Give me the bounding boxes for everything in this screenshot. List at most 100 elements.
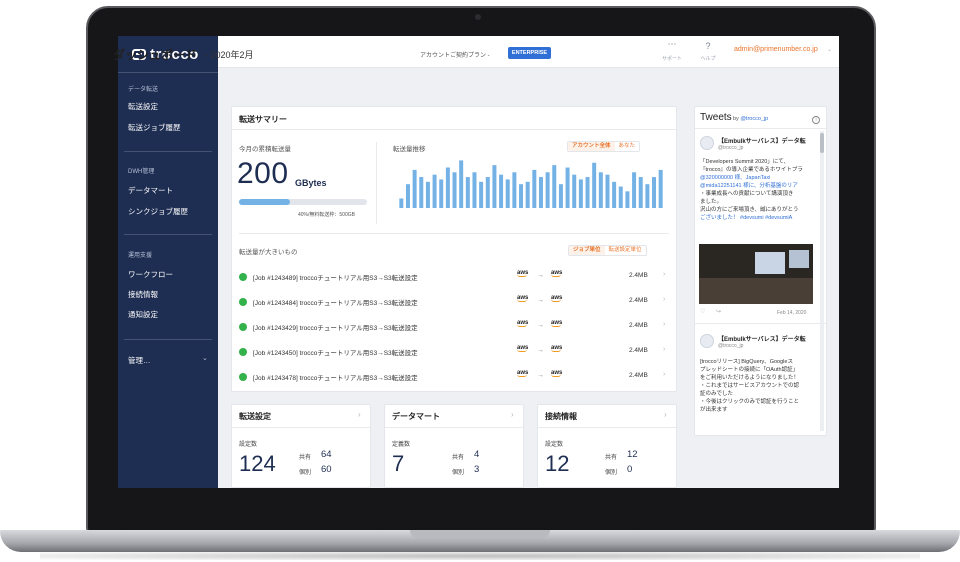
status-success-icon — [239, 298, 247, 306]
table-row[interactable]: [Job #1243450] troccoチュートリアル用S3→S3転送設定 aw… — [239, 345, 671, 361]
sidebar-item-datamart[interactable]: データマート — [128, 185, 173, 196]
chevron-right-icon[interactable]: › — [663, 321, 665, 328]
chevron-right-icon[interactable]: › — [358, 410, 361, 419]
stat-card-title[interactable]: データマート — [392, 411, 440, 422]
summary-title: 転送サマリー — [239, 115, 287, 124]
tweet-line: ・これまではサービスアカウントでの認 — [700, 383, 800, 389]
tweets-title: Tweets — [700, 112, 732, 123]
stat-private-value: 3 — [474, 464, 480, 475]
tab-job-unit[interactable]: ジョブ単位 — [569, 246, 605, 255]
tweets-scrollbar[interactable] — [820, 131, 824, 431]
quota-text: 40%/無料転送枠：500GB — [298, 212, 355, 218]
chart-bar — [452, 172, 457, 208]
chevron-right-icon[interactable]: › — [664, 410, 667, 419]
plan-label: アカウントご契約プラン - — [420, 53, 490, 59]
chart-bar — [445, 167, 450, 208]
chart-bar — [592, 162, 597, 208]
chart-bar — [405, 184, 410, 208]
status-success-icon — [239, 373, 247, 381]
plan-badge: ENTERPRISE — [508, 47, 551, 59]
chart-bar — [485, 177, 490, 208]
chart-bar — [552, 165, 557, 208]
status-success-icon — [239, 323, 247, 331]
page-title: ダッシュボード — [113, 48, 198, 62]
sidebar-item-transfer-history[interactable]: 転送ジョブ履歴 — [128, 122, 181, 133]
job-size: 2.4MB — [629, 272, 648, 279]
sidebar-item-connections[interactable]: 接続情報 — [128, 289, 158, 300]
chart-bar — [545, 172, 550, 208]
stat-card-title[interactable]: 転送設定 — [239, 411, 271, 422]
tweet-line: ・事業成長への貢献について講演頂き — [700, 191, 794, 197]
stat-count: 124 — [239, 451, 276, 476]
tab-account-all[interactable]: アカウント全体 — [568, 142, 615, 151]
help-label[interactable]: ヘルプ — [693, 55, 723, 62]
quota-progress-fill — [239, 199, 291, 205]
chart-bar — [499, 174, 504, 208]
chart-bar — [425, 181, 430, 208]
user-menu[interactable]: admin@primenumber.co.jp — [734, 46, 818, 53]
tweet-image[interactable] — [699, 244, 813, 304]
help-icon[interactable]: ? — [696, 41, 720, 51]
tab-setting-unit[interactable]: 転送設定単位 — [604, 246, 646, 255]
total-value: 200 — [237, 157, 289, 190]
divider — [376, 142, 377, 224]
total-unit: GBytes — [295, 178, 327, 188]
table-row[interactable]: [Job #1243484] troccoチュートリアル用S3→S3転送設定 aw… — [239, 295, 671, 311]
sidebar-item-workflow[interactable]: ワークフロー — [128, 269, 173, 280]
tweet-avatar[interactable] — [700, 136, 714, 150]
share-icon[interactable]: ↪ — [716, 308, 721, 315]
chart-bar — [459, 160, 464, 208]
stat-shared-value: 12 — [627, 449, 638, 460]
chevron-right-icon[interactable]: › — [663, 296, 665, 303]
more-icon[interactable]: ⋯ — [660, 39, 684, 50]
tweet-line: が出来ます — [700, 407, 728, 413]
divider — [124, 234, 212, 235]
info-icon[interactable]: i — [812, 116, 820, 124]
job-name[interactable]: [Job #1243429] troccoチュートリアル用S3→S3転送設定 — [253, 322, 418, 332]
stat-card-title[interactable]: 接続情報 — [545, 411, 577, 422]
chevron-down-icon[interactable]: ⌄ — [202, 354, 208, 362]
chart-bar — [519, 184, 524, 208]
tweet-handle[interactable]: @trocco_jp — [718, 145, 743, 151]
laptop-frame: trocco データ転送 転送設定 転送ジョブ履歴 DWH管理 データマート シ… — [0, 0, 960, 562]
divider — [232, 427, 370, 428]
job-name[interactable]: [Job #1243484] troccoチュートリアル用S3→S3転送設定 — [253, 297, 418, 307]
tweet-author[interactable]: 【Embulkサーバレス】データ転 — [718, 334, 818, 343]
heart-icon[interactable]: ♡ — [700, 308, 705, 315]
tweets-by-label: by — [733, 116, 739, 122]
total-label: 今月の累積転送量 — [239, 146, 291, 153]
table-row[interactable]: [Job #1243478] troccoチュートリアル用S3→S3転送設定 aw… — [239, 370, 671, 386]
scrollbar-thumb[interactable] — [820, 133, 824, 153]
chart-bar — [399, 198, 404, 208]
tweet-avatar[interactable] — [700, 334, 714, 348]
chevron-right-icon[interactable]: › — [663, 371, 665, 378]
chart-bar — [638, 177, 643, 208]
sidebar-item-transfer-settings[interactable]: 転送設定 — [128, 101, 158, 112]
tweet-author[interactable]: 【Embulkサーバレス】データ転 — [718, 136, 818, 145]
tweet-line: ました。 — [700, 199, 723, 205]
job-name[interactable]: [Job #1243450] troccoチュートリアル用S3→S3転送設定 — [253, 347, 418, 357]
chart-bar — [432, 174, 437, 208]
sidebar-item-sync-history[interactable]: シンクジョブ履歴 — [128, 206, 188, 217]
job-name[interactable]: [Job #1243478] troccoチュートリアル用S3→S3転送設定 — [253, 372, 418, 382]
support-label[interactable]: サポート — [657, 55, 687, 62]
chevron-down-icon[interactable]: ⌄ — [827, 46, 832, 53]
table-row[interactable]: [Job #1243429] troccoチュートリアル用S3→S3転送設定 aw… — [239, 320, 671, 336]
tweets-by: by @trocco_jp — [733, 116, 768, 122]
tweet-handle[interactable]: @trocco_jp — [718, 343, 743, 349]
chart-bar — [598, 172, 603, 208]
table-row[interactable]: [Job #1243489] troccoチュートリアル用S3→S3転送設定 aw… — [239, 270, 671, 286]
tab-you[interactable]: あなた — [614, 142, 640, 151]
transfer-trend-chart — [399, 160, 663, 208]
chart-bar — [525, 181, 530, 208]
large-jobs-title: 転送量が大きいもの — [239, 249, 298, 256]
aws-source-label: aws — [517, 270, 529, 276]
job-name[interactable]: [Job #1243489] troccoチュートリアル用S3→S3転送設定 — [253, 272, 418, 282]
chevron-right-icon[interactable]: › — [663, 271, 665, 278]
chart-bar — [652, 177, 657, 208]
tweets-account-link[interactable]: @trocco_jp — [740, 116, 768, 122]
chevron-right-icon[interactable]: › — [663, 346, 665, 353]
sidebar-item-notifications[interactable]: 通知設定 — [128, 309, 158, 320]
sidebar-item-admin[interactable]: 管理… — [128, 355, 151, 366]
chevron-right-icon[interactable]: › — [511, 410, 514, 419]
